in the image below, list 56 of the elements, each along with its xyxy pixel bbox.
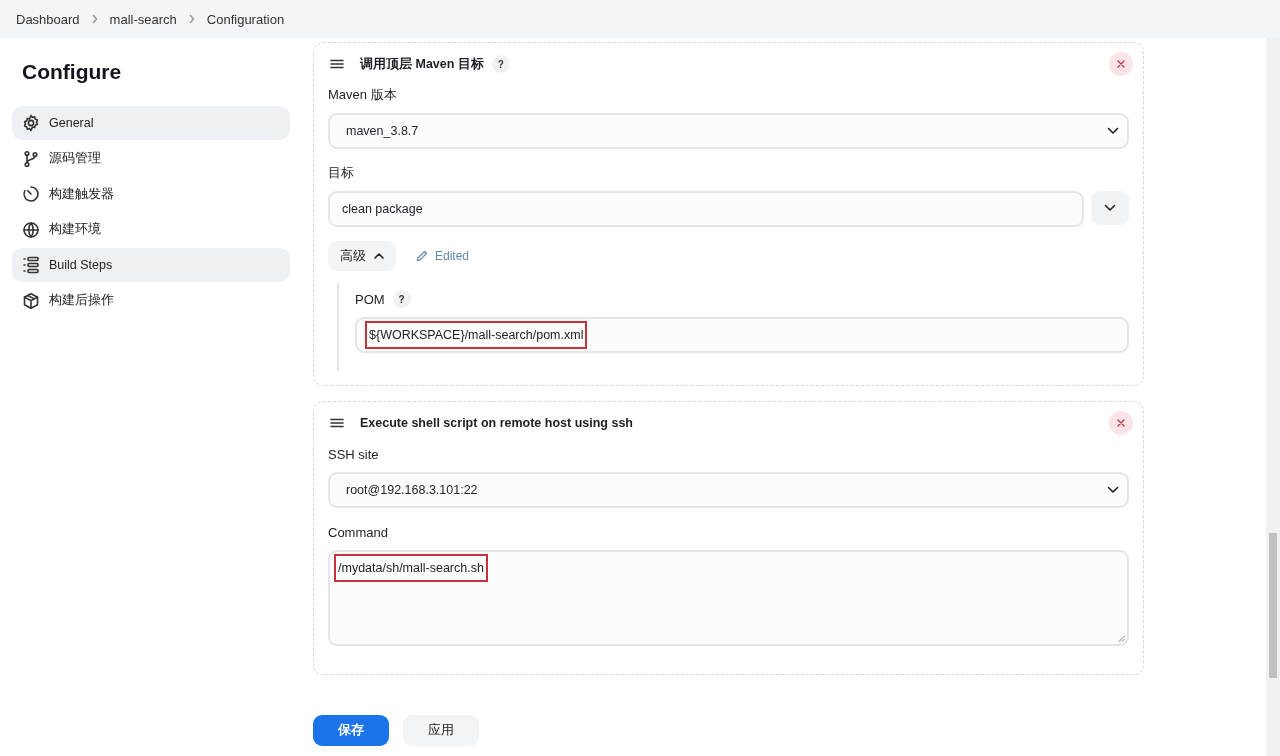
sidebar-item[interactable]: 构建环境 [12,212,290,247]
breadcrumb-link[interactable]: Configuration [206,11,285,27]
page-title: Configure [22,60,123,84]
apply-button[interactable]: 应用 [403,714,479,746]
chevron-down-icon [1107,486,1119,494]
sidebar-item[interactable]: Build Steps [12,248,290,282]
field-label: 目标 [328,164,354,182]
chevron-right-icon [188,14,195,24]
drag-handle-icon [330,418,344,428]
field-label: Command [328,524,388,540]
edited-label: Edited [435,249,470,263]
close-icon [1117,60,1125,68]
branch-icon [22,149,40,168]
resize-handle-icon [1118,635,1125,642]
close-icon [1117,419,1125,427]
step-title: Execute shell script on remote host using ssh [360,416,633,430]
highlighted-value: /mydata/sh/mall-search.sh [334,554,488,582]
sidebar-item[interactable]: 构建后操作 [12,283,290,318]
list-icon [22,256,40,274]
text-field[interactable]: clean package [328,191,1084,227]
highlighted-value: ${WORKSPACE}/mall-search/pom.xml [365,321,588,349]
delete-button[interactable] [1109,52,1133,76]
chevron-right-icon [91,14,98,24]
help-button[interactable]: ? [491,55,510,73]
pencil-icon [416,250,428,262]
gear-icon [22,114,40,132]
field-label: POM [355,291,385,307]
scrollbar[interactable] [1266,38,1280,756]
dropdown-field[interactable]: root@192.168.3.101:22 [328,472,1129,508]
field-value: maven_3.8.7 [345,123,420,140]
globe-icon [22,220,40,239]
chevron-down-icon [1104,204,1116,212]
field-label: SSH site [328,446,379,462]
sidebar-item[interactable]: 构建触发器 [12,177,290,211]
text-area[interactable]: /mydata/sh/mall-search.sh [328,550,1129,646]
breadcrumb-link[interactable]: Dashboard [16,11,80,27]
drag-handle-icon [330,59,344,69]
help-button[interactable]: ? [392,290,411,308]
chevron-down-icon [1107,127,1119,135]
scrollbar-thumb[interactable] [1269,533,1277,678]
timer-icon [22,185,40,203]
field-value: clean package [341,201,424,218]
field-label: Maven 版本 [328,86,397,104]
sidebar-item[interactable]: General [12,106,290,140]
package-icon [22,291,40,310]
step-title: 调用顶层 Maven 目标 [360,55,484,73]
advanced-toggle[interactable]: 高级 [328,241,396,271]
dropdown-button[interactable] [1091,191,1129,225]
dropdown-field[interactable]: maven_3.8.7 [328,113,1129,149]
save-button[interactable]: 保存 [313,714,389,746]
field-value: root@192.168.3.101:22 [345,482,479,499]
breadcrumb-link[interactable]: mall-search [109,11,177,27]
text-field[interactable]: ${WORKSPACE}/mall-search/pom.xml [355,317,1129,353]
sidebar-item[interactable]: 源码管理 [12,141,290,176]
chevron-up-icon [374,253,384,259]
delete-button[interactable] [1109,411,1133,435]
